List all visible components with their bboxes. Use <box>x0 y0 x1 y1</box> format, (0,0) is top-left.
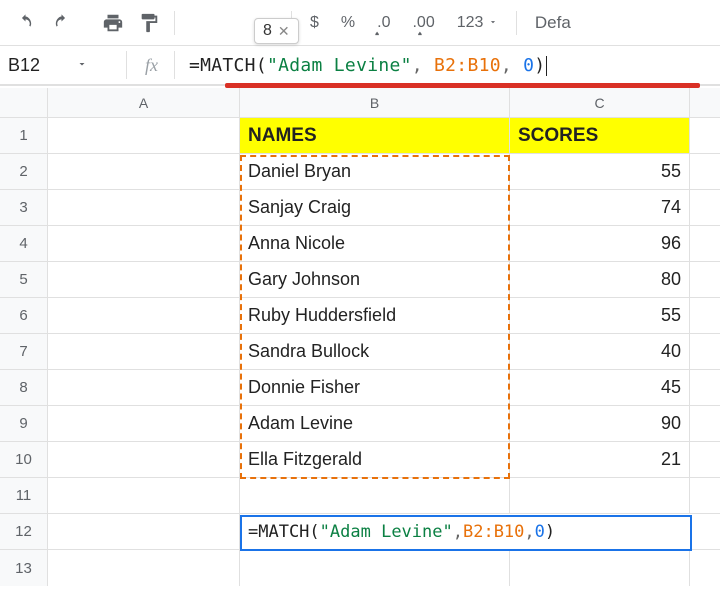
formula-bar: B12 fx =MATCH("Adam Levine", B2:B10, 0) <box>0 46 720 86</box>
cell-score[interactable]: 55 <box>510 298 690 333</box>
name-box[interactable]: B12 <box>0 55 68 76</box>
row-8: 8 Donnie Fisher 45 <box>0 370 720 406</box>
row-header[interactable]: 8 <box>0 370 48 405</box>
cell-name[interactable]: Anna Nicole <box>240 226 510 261</box>
row-header[interactable]: 11 <box>0 478 48 513</box>
paint-format-button[interactable] <box>134 8 164 38</box>
tooltip-value: 8 <box>263 22 272 40</box>
cell[interactable] <box>48 226 240 261</box>
undo-button[interactable] <box>12 8 42 38</box>
fx-label: fx <box>133 55 170 76</box>
toolbar-separator <box>516 11 517 35</box>
cell[interactable] <box>48 514 240 549</box>
cell[interactable] <box>48 118 240 153</box>
formula-input[interactable]: =MATCH("Adam Levine", B2:B10, 0) <box>179 55 720 76</box>
column-headers: A B C <box>0 88 720 118</box>
row-6: 6 Ruby Huddersfield 55 <box>0 298 720 334</box>
cell[interactable] <box>48 442 240 477</box>
row-4: 4 Anna Nicole 96 <box>0 226 720 262</box>
row-9: 9 Adam Levine 90 <box>0 406 720 442</box>
close-icon[interactable]: ✕ <box>278 23 290 40</box>
cell[interactable] <box>510 478 690 513</box>
separator <box>126 51 127 79</box>
cell[interactable] <box>48 550 240 586</box>
spreadsheet-grid[interactable]: A B C 1 NAMES SCORES 2 Daniel Bryan 55 3… <box>0 88 720 586</box>
row-header[interactable]: 12 <box>0 514 48 549</box>
toolbar: $ % .0 .00 123 Defa 8 ✕ <box>0 0 720 46</box>
row-header[interactable]: 1 <box>0 118 48 153</box>
cell-name[interactable]: Gary Johnson <box>240 262 510 297</box>
row-header[interactable]: 9 <box>0 406 48 441</box>
column-header-c[interactable]: C <box>510 88 690 117</box>
cell-name[interactable]: Daniel Bryan <box>240 154 510 189</box>
row-10: 10 Ella Fitzgerald 21 <box>0 442 720 478</box>
cell-score[interactable]: 80 <box>510 262 690 297</box>
print-button[interactable] <box>98 8 128 38</box>
row-5: 5 Gary Johnson 80 <box>0 262 720 298</box>
cell-score[interactable]: 74 <box>510 190 690 225</box>
cell[interactable] <box>48 262 240 297</box>
separator <box>174 51 175 79</box>
active-cell[interactable]: =MATCH("Adam Levine", B2:B10, 0) <box>240 514 690 549</box>
row-12: 12 =MATCH("Adam Levine", B2:B10, 0) <box>0 514 720 550</box>
row-3: 3 Sanjay Craig 74 <box>0 190 720 226</box>
row-header[interactable]: 6 <box>0 298 48 333</box>
cell[interactable] <box>48 190 240 225</box>
cell-name[interactable]: Ella Fitzgerald <box>240 442 510 477</box>
cell[interactable] <box>48 334 240 369</box>
decrease-decimal-button[interactable]: .0 <box>369 10 398 36</box>
cell[interactable] <box>510 550 690 586</box>
row-1: 1 NAMES SCORES <box>0 118 720 154</box>
row-header[interactable]: 13 <box>0 550 48 586</box>
cell-name[interactable]: Sandra Bullock <box>240 334 510 369</box>
cell-score[interactable]: 96 <box>510 226 690 261</box>
font-dropdown[interactable]: Defa <box>527 9 579 37</box>
row-11: 11 <box>0 478 720 514</box>
row-header[interactable]: 5 <box>0 262 48 297</box>
increase-decimal-button[interactable]: .00 <box>404 10 442 36</box>
column-header-b[interactable]: B <box>240 88 510 117</box>
cell[interactable] <box>240 550 510 586</box>
row-header[interactable]: 2 <box>0 154 48 189</box>
select-all-corner[interactable] <box>0 88 48 117</box>
cell-name[interactable]: Donnie Fisher <box>240 370 510 405</box>
percent-button[interactable]: % <box>333 10 363 36</box>
row-header[interactable]: 4 <box>0 226 48 261</box>
cell-name[interactable]: Adam Levine <box>240 406 510 441</box>
cell-score[interactable]: 55 <box>510 154 690 189</box>
row-2: 2 Daniel Bryan 55 <box>0 154 720 190</box>
cell-score[interactable]: 90 <box>510 406 690 441</box>
cell-name[interactable]: Sanjay Craig <box>240 190 510 225</box>
cell[interactable] <box>240 478 510 513</box>
cell-header-names[interactable]: NAMES <box>240 118 510 153</box>
cell-score[interactable]: 45 <box>510 370 690 405</box>
column-header-a[interactable]: A <box>48 88 240 117</box>
currency-button[interactable]: $ <box>302 10 327 36</box>
redo-button[interactable] <box>48 8 78 38</box>
cell[interactable] <box>48 154 240 189</box>
cell[interactable] <box>48 298 240 333</box>
row-header[interactable]: 3 <box>0 190 48 225</box>
row-header[interactable]: 7 <box>0 334 48 369</box>
cell-header-scores[interactable]: SCORES <box>510 118 690 153</box>
row-header[interactable]: 10 <box>0 442 48 477</box>
name-box-dropdown-icon[interactable] <box>68 57 96 73</box>
cell-name[interactable]: Ruby Huddersfield <box>240 298 510 333</box>
formula-result-tooltip: 8 ✕ <box>254 18 299 44</box>
cell-score[interactable]: 40 <box>510 334 690 369</box>
cell[interactable] <box>48 478 240 513</box>
cell[interactable] <box>48 370 240 405</box>
cell-score[interactable]: 21 <box>510 442 690 477</box>
more-formats-button[interactable]: 123 <box>449 10 506 36</box>
toolbar-separator <box>174 11 175 35</box>
row-7: 7 Sandra Bullock 40 <box>0 334 720 370</box>
cell[interactable] <box>48 406 240 441</box>
row-13: 13 <box>0 550 720 586</box>
